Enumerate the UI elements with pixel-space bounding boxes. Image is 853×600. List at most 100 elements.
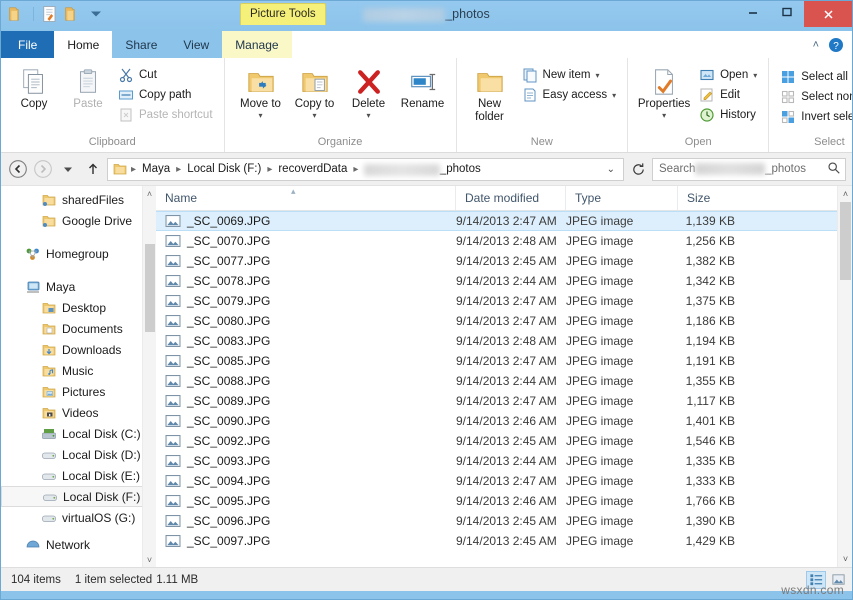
column-header-date-modified[interactable]: Date modified [456, 186, 566, 210]
sidebar-item-network[interactable]: Network [1, 540, 156, 550]
search-icon[interactable] [827, 161, 841, 178]
scroll-down-arrow[interactable]: ˅ [147, 552, 152, 567]
breadcrumb-item-local-disk-f[interactable]: Local Disk (F:) [184, 163, 264, 175]
recent-locations-button[interactable] [57, 158, 79, 180]
edit-button[interactable]: Edit [697, 86, 761, 104]
search-input[interactable]: Search xxxxx_xxxxxx_photos [652, 158, 846, 181]
column-header-size[interactable]: Size [678, 186, 753, 210]
history-button[interactable]: History [697, 106, 761, 124]
breadcrumb-item-maya[interactable]: Maya [139, 163, 173, 175]
table-row[interactable]: _SC_0083.JPG 9/14/2013 2:48 AM JPEG imag… [156, 331, 852, 351]
table-row[interactable]: _SC_0093.JPG 9/14/2013 2:44 AM JPEG imag… [156, 451, 852, 471]
table-row[interactable]: _SC_0069.JPG 9/14/2013 2:47 AM JPEG imag… [156, 211, 852, 231]
maximize-button[interactable] [770, 1, 804, 23]
table-row[interactable]: _SC_0079.JPG 9/14/2013 2:47 AM JPEG imag… [156, 291, 852, 311]
nav-pane-scrollbar[interactable]: ˄ ˅ [142, 186, 156, 567]
forward-button[interactable] [32, 158, 54, 180]
new-item-button[interactable]: New item ▾ [520, 66, 621, 84]
select-none-button[interactable]: Select none [778, 88, 853, 106]
sidebar-item-downloads[interactable]: Downloads [1, 339, 156, 360]
sidebar-item-local-disk-e[interactable]: Local Disk (E:) [1, 465, 156, 486]
new-folder-button[interactable]: New folder [466, 63, 514, 127]
scroll-up-arrow[interactable]: ˄ [147, 186, 152, 201]
tab-file[interactable]: File [1, 31, 54, 58]
close-button[interactable] [804, 1, 852, 27]
properties-button[interactable]: Properties ▾ [636, 63, 692, 123]
chevron-up-icon[interactable]: ˄ [813, 39, 819, 51]
scroll-up-arrow[interactable]: ˄ [838, 186, 852, 202]
copy-button[interactable]: Copy [8, 63, 60, 114]
scroll-down-arrow[interactable]: ˅ [838, 551, 852, 567]
refresh-button[interactable] [627, 158, 649, 180]
help-icon[interactable]: ? [828, 37, 844, 53]
table-row[interactable]: _SC_0092.JPG 9/14/2013 2:45 AM JPEG imag… [156, 431, 852, 451]
chevron-down-icon[interactable]: ▾ [662, 111, 666, 120]
sidebar-item-maya[interactable]: Maya [1, 276, 156, 297]
easy-access-button[interactable]: Easy access ▾ [520, 86, 621, 104]
sidebar-item-local-disk-f[interactable]: Local Disk (F:) [1, 486, 156, 507]
tab-view[interactable]: View [170, 31, 222, 58]
breadcrumb-dropdown-icon[interactable]: ⌄ [602, 164, 620, 175]
rename-button[interactable]: Rename [397, 63, 449, 114]
sidebar-item-desktop[interactable]: Desktop [1, 297, 156, 318]
column-header-name[interactable]: Name ▴ [156, 186, 456, 210]
copy-to-button[interactable]: Copy to ▾ [289, 63, 341, 123]
tab-home[interactable]: Home [54, 31, 112, 58]
table-row[interactable]: _SC_0096.JPG 9/14/2013 2:45 AM JPEG imag… [156, 511, 852, 531]
table-row[interactable]: _SC_0078.JPG 9/14/2013 2:44 AM JPEG imag… [156, 271, 852, 291]
move-to-button[interactable]: Move to ▾ [235, 63, 287, 123]
table-row[interactable]: _SC_0070.JPG 9/14/2013 2:48 AM JPEG imag… [156, 231, 852, 251]
sidebar-item-music[interactable]: Music [1, 360, 156, 381]
chevron-down-icon[interactable]: ▾ [313, 111, 317, 120]
breadcrumb-item-recoverddata[interactable]: recoverdData [275, 163, 350, 175]
breadcrumb[interactable]: ▸ Maya ▸ Local Disk (F:) ▸ recoverdData … [107, 158, 624, 181]
table-row[interactable]: _SC_0095.JPG 9/14/2013 2:46 AM JPEG imag… [156, 491, 852, 511]
delete-button[interactable]: Delete ▾ [343, 63, 395, 123]
open-button[interactable]: Open ▾ [697, 66, 761, 84]
table-row[interactable]: _SC_0089.JPG 9/14/2013 2:47 AM JPEG imag… [156, 391, 852, 411]
copy-path-button[interactable]: Copy path [116, 86, 217, 104]
file-list-scrollbar[interactable]: ˄ ˅ [837, 186, 852, 567]
invert-selection-button[interactable]: Invert selection [778, 108, 853, 126]
chevron-down-icon[interactable]: ▾ [367, 111, 371, 120]
select-all-button[interactable]: Select all [778, 68, 853, 86]
table-row[interactable]: _SC_0094.JPG 9/14/2013 2:47 AM JPEG imag… [156, 471, 852, 491]
column-header-type[interactable]: Type [566, 186, 678, 210]
sidebar-item-documents[interactable]: Documents [1, 318, 156, 339]
table-row[interactable]: _SC_0085.JPG 9/14/2013 2:47 AM JPEG imag… [156, 351, 852, 371]
tab-manage[interactable]: Manage [222, 31, 291, 58]
file-name: _SC_0090.JPG [187, 414, 270, 428]
breadcrumb-item-photos[interactable]: xxxxx_xxxxxxx_photos [361, 163, 483, 176]
jpeg-image-icon [165, 293, 181, 309]
table-row[interactable]: _SC_0077.JPG 9/14/2013 2:45 AM JPEG imag… [156, 251, 852, 271]
file-name-cell: _SC_0089.JPG [156, 393, 456, 409]
sidebar-item-sharedfiles[interactable]: sharedFiles [1, 189, 156, 210]
back-button[interactable] [7, 158, 29, 180]
chevron-down-icon[interactable]: ▾ [259, 111, 263, 120]
sidebar-item-google-drive[interactable]: Google Drive [1, 210, 156, 231]
cut-button[interactable]: Cut [116, 66, 217, 84]
tab-share[interactable]: Share [112, 31, 170, 58]
table-row[interactable]: _SC_0088.JPG 9/14/2013 2:44 AM JPEG imag… [156, 371, 852, 391]
up-button[interactable] [82, 158, 104, 180]
scrollbar-thumb[interactable] [145, 244, 155, 332]
table-row[interactable]: _SC_0090.JPG 9/14/2013 2:46 AM JPEG imag… [156, 411, 852, 431]
scrollbar-thumb[interactable] [840, 202, 851, 280]
sidebar-item-videos[interactable]: Videos [1, 402, 156, 423]
sidebar-item-pictures[interactable]: Pictures [1, 381, 156, 402]
sidebar-item-homegroup[interactable]: Homegroup [1, 243, 156, 264]
jpeg-image-icon [165, 373, 181, 389]
table-row[interactable]: _SC_0080.JPG 9/14/2013 2:47 AM JPEG imag… [156, 311, 852, 331]
minimize-button[interactable] [736, 1, 770, 23]
table-row[interactable]: _SC_0097.JPG 9/14/2013 2:45 AM JPEG imag… [156, 531, 852, 551]
sidebar-item-local-disk-c[interactable]: Local Disk (C:) [1, 423, 156, 444]
sidebar-item-virtualos-g[interactable]: virtualOS (G:) [1, 507, 156, 528]
chevron-down-icon[interactable]: ▾ [612, 91, 616, 100]
paste-shortcut-button[interactable]: Paste shortcut [116, 106, 217, 124]
chevron-down-icon[interactable]: ▾ [595, 71, 599, 80]
sidebar-item-local-disk-d[interactable]: Local Disk (D:) [1, 444, 156, 465]
chevron-down-icon[interactable]: ▾ [753, 71, 757, 80]
system-drive-icon [41, 426, 57, 442]
type-cell: JPEG image [566, 474, 678, 488]
paste-button[interactable]: Paste [62, 63, 114, 114]
